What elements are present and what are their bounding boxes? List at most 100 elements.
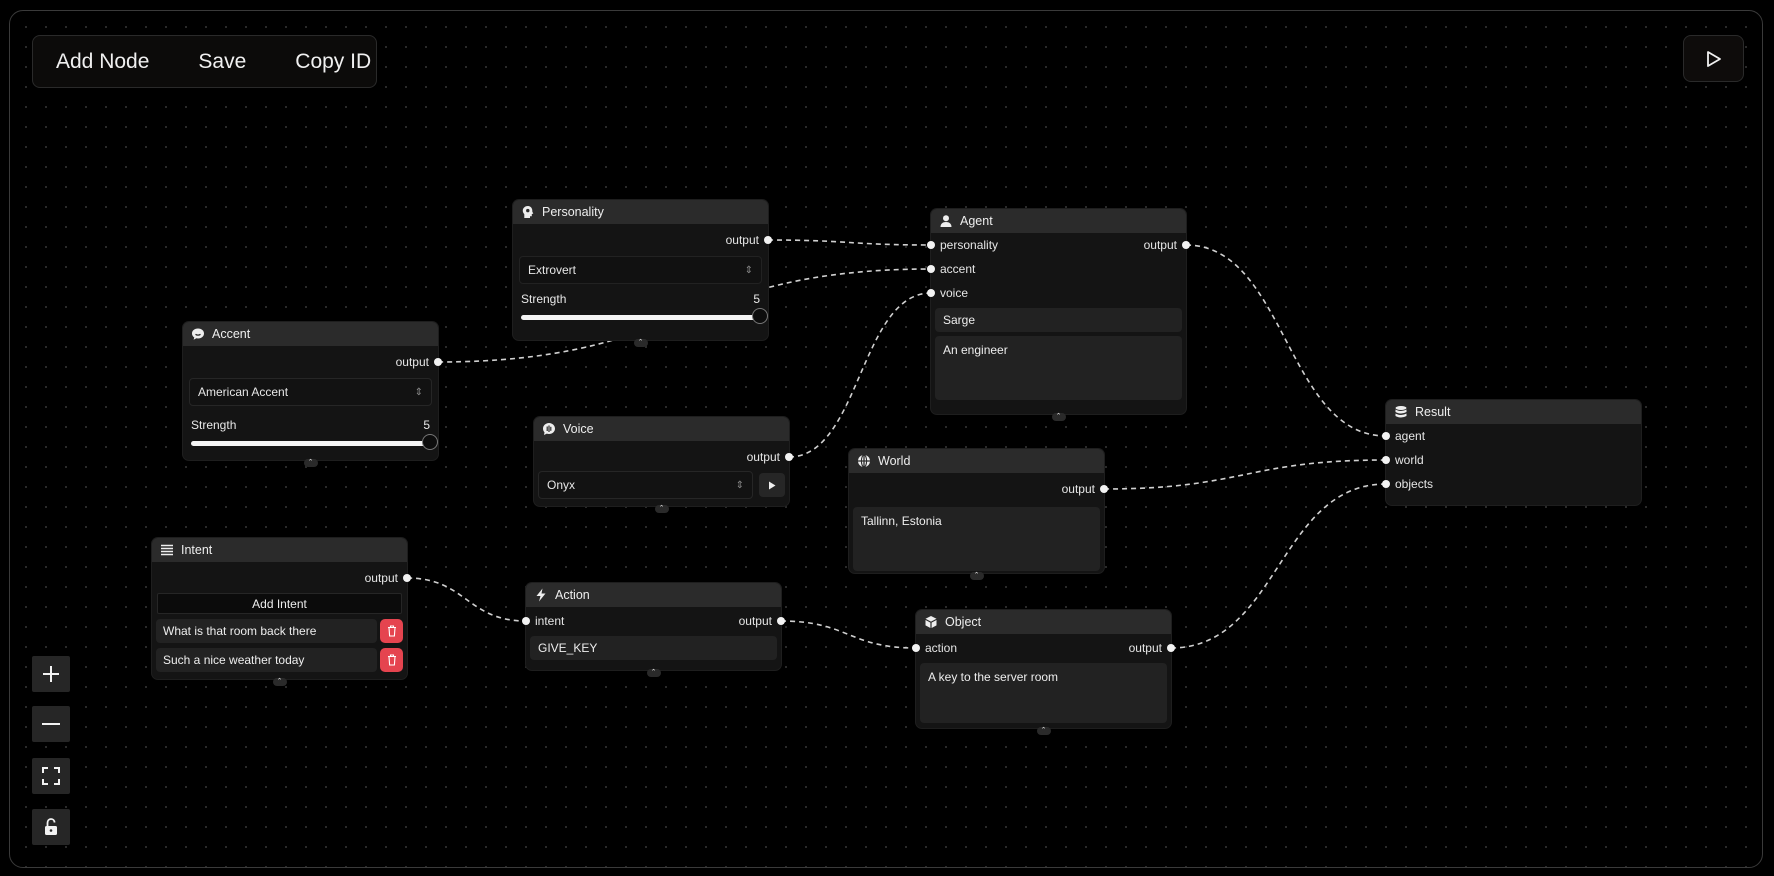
collapse-toggle[interactable]: ⌃: [1051, 413, 1066, 421]
input-label-action: action: [925, 641, 958, 655]
action-value-input[interactable]: GIVE_KEY: [530, 636, 777, 660]
output-handle[interactable]: [403, 574, 411, 582]
input-label-objects: objects: [1395, 477, 1434, 491]
node-header[interactable]: Personality: [513, 200, 768, 224]
output-handle[interactable]: [785, 453, 793, 461]
voice-select[interactable]: Onyx ⇕: [538, 471, 753, 499]
accent-node[interactable]: Accent output American Accent ⇕ Strength 5…: [183, 322, 442, 467]
zoom-in-button[interactable]: [32, 656, 70, 692]
input-label-personality: personality: [940, 238, 999, 252]
input-label-intent: intent: [535, 614, 565, 628]
input-handle-intent[interactable]: [522, 617, 530, 625]
select-chevron-icon: ⇕: [744, 264, 753, 276]
strength-label: Strength: [521, 292, 567, 306]
strength-value: 5: [423, 418, 430, 432]
output-label: output: [1143, 238, 1177, 252]
preview-voice-button[interactable]: [759, 473, 785, 497]
collapse-toggle[interactable]: ⌃: [303, 459, 318, 467]
output-label: output: [725, 233, 759, 247]
output-label: output: [1061, 482, 1095, 496]
trash-icon: [387, 625, 396, 637]
node-header[interactable]: Action: [526, 583, 781, 607]
node-header[interactable]: Object: [916, 610, 1171, 634]
output-label: output: [738, 614, 772, 628]
strength-slider[interactable]: [521, 308, 768, 324]
output-handle[interactable]: [1182, 241, 1190, 249]
world-node[interactable]: World output Tallinn, Estonia ⌃: [849, 449, 1108, 580]
personality-select[interactable]: Extrovert ⇕: [519, 256, 762, 284]
input-handle-personality[interactable]: [927, 241, 935, 249]
input-handle-accent[interactable]: [927, 265, 935, 273]
database-icon: [1394, 405, 1408, 419]
agent-name-input[interactable]: Sarge: [935, 308, 1182, 332]
delete-intent-button[interactable]: [380, 648, 403, 672]
select-value: Extrovert: [528, 263, 577, 277]
collapse-toggle[interactable]: ⌃: [1036, 727, 1051, 735]
intent-node[interactable]: Intent output Add Intent What is that ro…: [152, 538, 411, 686]
input-handle-voice[interactable]: [927, 289, 935, 297]
world-description-input[interactable]: Tallinn, Estonia: [853, 507, 1100, 571]
output-handle[interactable]: [1100, 485, 1108, 493]
node-header[interactable]: Agent: [931, 209, 1186, 233]
intent-text-input[interactable]: Such a nice weather today: [156, 648, 377, 672]
accent-select[interactable]: American Accent ⇕: [189, 378, 432, 406]
slider-thumb[interactable]: [422, 434, 438, 450]
node-header[interactable]: Voice: [534, 417, 789, 441]
agent-node[interactable]: Agent personality output accent voice Sar…: [927, 209, 1190, 421]
copy-id-button[interactable]: Copy ID: [295, 50, 371, 74]
node-header[interactable]: Accent: [183, 322, 438, 346]
collapse-toggle[interactable]: ⌃: [633, 339, 648, 347]
input-handle-world[interactable]: [1382, 456, 1390, 464]
object-description-input[interactable]: A key to the server room: [920, 663, 1167, 723]
output-label: output: [364, 571, 398, 585]
personality-node[interactable]: Personality output Extrovert ⇕ Strength 5 …: [513, 200, 772, 347]
collapse-toggle[interactable]: ⌃: [969, 572, 984, 580]
voice-node[interactable]: Voice output Onyx ⇕ ⌃: [534, 417, 793, 513]
play-icon: [769, 481, 776, 489]
run-button[interactable]: [1683, 35, 1744, 82]
save-button[interactable]: Save: [198, 50, 246, 74]
output-handle[interactable]: [764, 236, 772, 244]
node-title: Personality: [542, 205, 604, 219]
object-node[interactable]: Object action output A key to the server …: [912, 610, 1175, 735]
add-intent-button[interactable]: Add Intent: [157, 593, 402, 614]
fit-view-button[interactable]: [32, 758, 70, 794]
agent-description-input[interactable]: An engineer: [935, 336, 1182, 400]
action-node[interactable]: Action intent output GIVE_KEY ⌃: [522, 583, 785, 677]
node-title: Voice: [563, 422, 594, 436]
input-handle-action[interactable]: [912, 644, 920, 652]
output-handle[interactable]: [434, 358, 442, 366]
node-header[interactable]: World: [849, 449, 1104, 473]
result-node[interactable]: Result agent world objects: [1382, 400, 1641, 505]
node-title: Result: [1415, 405, 1451, 419]
user-icon: [939, 214, 953, 228]
node-title: World: [878, 454, 911, 468]
select-value: American Accent: [198, 385, 289, 399]
node-header[interactable]: Intent: [152, 538, 407, 562]
output-handle[interactable]: [1167, 644, 1175, 652]
collapse-toggle[interactable]: ⌃: [272, 678, 287, 686]
input-label-world: world: [1395, 453, 1424, 467]
input-label-accent: accent: [940, 262, 976, 276]
speech-bubble-icon: [191, 327, 205, 341]
output-handle[interactable]: [777, 617, 785, 625]
strength-label: Strength: [191, 418, 237, 432]
zoom-out-button[interactable]: [32, 706, 70, 742]
plus-icon: [43, 666, 59, 682]
collapse-toggle[interactable]: ⌃: [646, 669, 661, 677]
node-header[interactable]: Result: [1386, 400, 1641, 424]
add-node-button[interactable]: Add Node: [56, 50, 149, 74]
toolbar: Add Node Save Copy ID: [32, 35, 377, 88]
input-label-voice: voice: [940, 286, 969, 300]
bolt-icon: [534, 588, 548, 602]
delete-intent-button[interactable]: [380, 619, 403, 643]
strength-slider[interactable]: [191, 434, 438, 450]
intent-text-input[interactable]: What is that room back there: [156, 619, 377, 643]
node-title: Action: [555, 588, 590, 602]
input-handle-objects[interactable]: [1382, 480, 1390, 488]
toggle-lock-button[interactable]: [32, 809, 70, 845]
output-label: output: [746, 450, 780, 464]
collapse-toggle[interactable]: ⌃: [654, 505, 669, 513]
slider-thumb[interactable]: [752, 308, 768, 324]
input-handle-agent[interactable]: [1382, 432, 1390, 440]
